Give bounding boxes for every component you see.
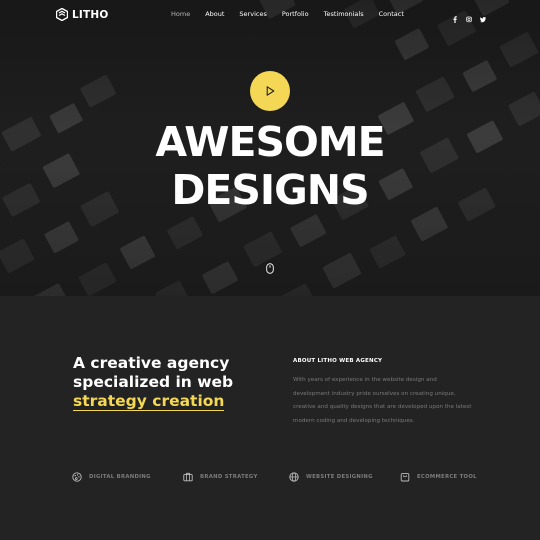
globe-icon [289,472,299,482]
feature-label: ECOMMERCE TOOL [417,474,477,480]
feature-website-designing[interactable]: WEBSITE DESIGNING [289,472,373,482]
logo-text: LITHO [72,8,109,21]
main-menu: Home About Services Portfolio Testimonia… [171,10,419,18]
social-links [452,10,486,23]
nav-item-contact[interactable]: Contact [379,10,404,18]
hero-section: LITHO Home About Services Portfolio Test… [0,0,540,296]
instagram-icon[interactable] [466,10,472,23]
hero-headline: AWESOME DESIGNS [0,118,540,214]
agency-title: A creative agency specialized in web str… [73,354,273,411]
play-video-button[interactable] [250,71,290,111]
mouse-icon[interactable] [266,263,274,274]
nav-item-services[interactable]: Services [239,10,266,18]
agency-title-highlight: strategy creation [73,392,225,411]
nav-item-about[interactable]: About [205,10,224,18]
feature-label: DIGITAL BRANDING [89,474,151,480]
logo[interactable]: LITHO [56,8,108,21]
shopping-bag-icon [400,473,410,482]
agency-title-line1: A creative agency [73,354,230,372]
feature-digital-branding[interactable]: DIGITAL BRANDING [72,472,151,482]
agency-title-line2: specialized in web [73,373,234,391]
twitter-icon[interactable] [480,10,486,23]
feature-brand-strategy[interactable]: BRAND STRATEGY [183,472,258,482]
nav-item-portfolio[interactable]: Portfolio [282,10,309,18]
feature-ecommerce-tool[interactable]: ECOMMERCE TOOL [400,472,477,482]
features-row: DIGITAL BRANDING BRAND STRATEGY WEBSITE … [0,472,540,488]
briefcase-icon [183,472,193,482]
nav-item-home[interactable]: Home [171,10,190,18]
facebook-icon[interactable] [452,10,458,23]
about-heading: ABOUT LITHO WEB AGENCY [293,358,383,364]
about-text: With years of experience in the website … [293,377,472,424]
play-icon [266,86,275,96]
hero-headline-line1: AWESOME [155,118,385,166]
nav-item-testimonials[interactable]: Testimonials [324,10,364,18]
feature-label: BRAND STRATEGY [200,474,258,480]
feature-label: WEBSITE DESIGNING [306,474,373,480]
logo-icon [56,8,68,21]
hero-headline-line2: DESIGNS [171,166,369,214]
top-navigation: LITHO Home About Services Portfolio Test… [0,0,540,30]
palette-icon [72,472,82,482]
